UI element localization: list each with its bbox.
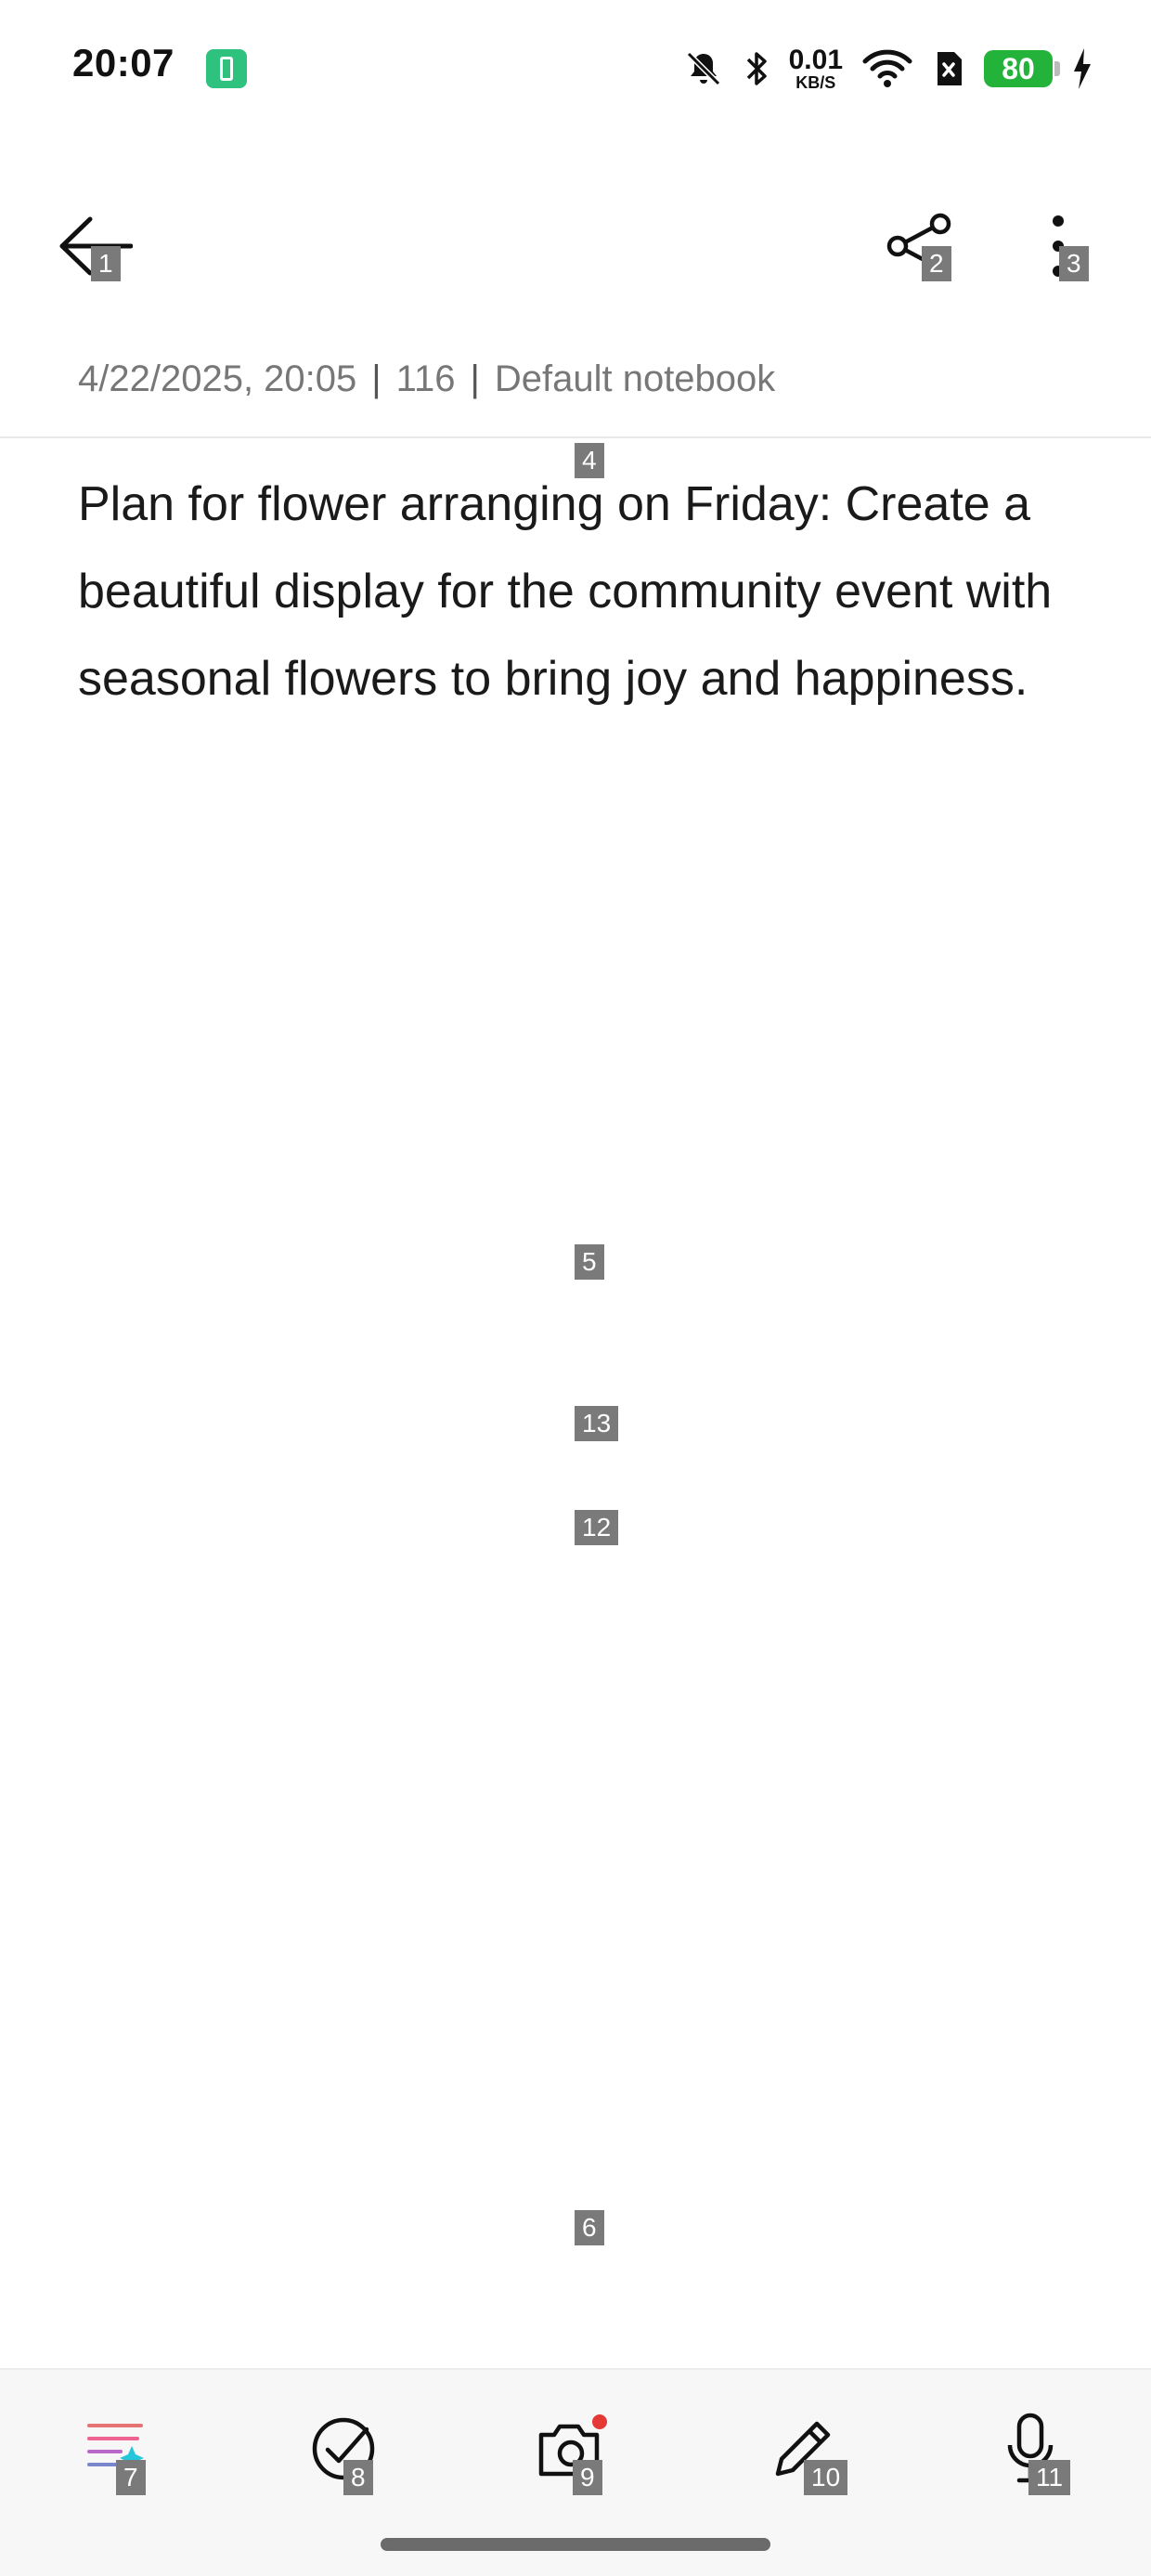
note-char-count: 116	[395, 358, 456, 399]
home-indicator[interactable]	[381, 2538, 770, 2551]
note-date: 4/22/2025, 20:05	[78, 358, 357, 399]
marker-11: 11	[1028, 2460, 1071, 2495]
network-speed-value: 0.01	[788, 45, 843, 75]
no-sim-icon	[938, 52, 962, 85]
status-icons: 0.01 KB/S 80	[683, 41, 1093, 97]
marker-6: 6	[575, 2210, 604, 2245]
bluetooth-icon	[746, 52, 767, 85]
marker-9: 9	[573, 2460, 602, 2495]
marker-1: 1	[91, 246, 121, 281]
battery-indicator: 80	[984, 50, 1060, 87]
marker-3: 3	[1059, 246, 1089, 281]
marker-10: 10	[804, 2460, 848, 2495]
network-speed: 0.01 KB/S	[788, 45, 843, 92]
status-bar: 20:07 0.01 KB/S 80	[0, 0, 1151, 139]
notebook-selector[interactable]: Default notebook	[495, 358, 775, 399]
note-body-editor[interactable]: Plan for flower arranging on Friday: Cre…	[78, 461, 1080, 722]
meta-separator: |	[470, 358, 480, 399]
note-meta: 4/22/2025, 20:05 | 116 | Default notebook	[78, 358, 775, 400]
status-time: 20:07	[72, 41, 175, 85]
marker-8: 8	[343, 2460, 373, 2495]
marker-4: 4	[575, 443, 604, 478]
marker-2: 2	[922, 246, 951, 281]
header-divider	[0, 436, 1151, 438]
mute-bell-icon	[686, 51, 720, 86]
marker-5: 5	[575, 1244, 604, 1280]
charging-icon	[1074, 48, 1091, 89]
camera-badge-dot	[592, 2414, 607, 2429]
wifi-icon	[862, 49, 912, 87]
battery-saver-icon	[206, 49, 247, 88]
meta-separator: |	[371, 358, 382, 399]
marker-12: 12	[575, 1510, 619, 1545]
marker-13: 13	[575, 1406, 619, 1441]
marker-7: 7	[116, 2460, 146, 2495]
note-toolbar: 1 2 3	[0, 181, 1151, 316]
network-speed-unit: KB/S	[795, 73, 836, 92]
